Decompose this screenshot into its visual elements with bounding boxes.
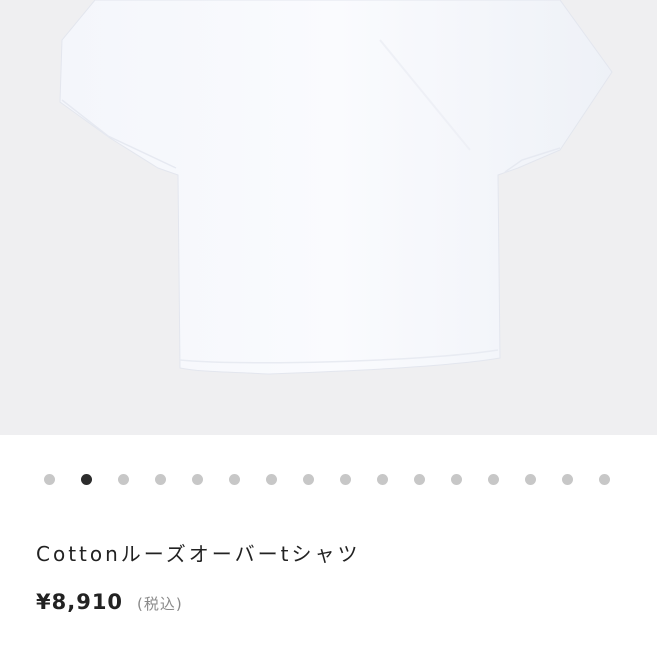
carousel-dot[interactable] <box>562 474 573 485</box>
product-page: Cottonルーズオーバーtシャツ ¥8,910 (税込) <box>0 0 657 657</box>
carousel-dot[interactable] <box>599 474 610 485</box>
price-row: ¥8,910 (税込) <box>36 590 183 614</box>
carousel-dot[interactable] <box>414 474 425 485</box>
carousel-dot[interactable] <box>155 474 166 485</box>
carousel-dot[interactable] <box>525 474 536 485</box>
tax-included-note: (税込) <box>137 595 183 613</box>
carousel-dot[interactable] <box>229 474 240 485</box>
carousel-dot[interactable] <box>488 474 499 485</box>
carousel-dot-active[interactable] <box>81 474 92 485</box>
carousel-dot[interactable] <box>266 474 277 485</box>
product-price: ¥8,910 <box>36 590 124 614</box>
carousel-dot[interactable] <box>44 474 55 485</box>
carousel-dot[interactable] <box>377 474 388 485</box>
carousel-dot[interactable] <box>303 474 314 485</box>
product-name: Cottonルーズオーバーtシャツ <box>36 542 361 566</box>
carousel-dot[interactable] <box>340 474 351 485</box>
t-shirt-icon <box>59 0 613 375</box>
carousel-dot[interactable] <box>192 474 203 485</box>
carousel-indicator[interactable] <box>0 474 657 486</box>
carousel-dot[interactable] <box>118 474 129 485</box>
product-image[interactable] <box>0 0 657 435</box>
carousel-dot[interactable] <box>451 474 462 485</box>
